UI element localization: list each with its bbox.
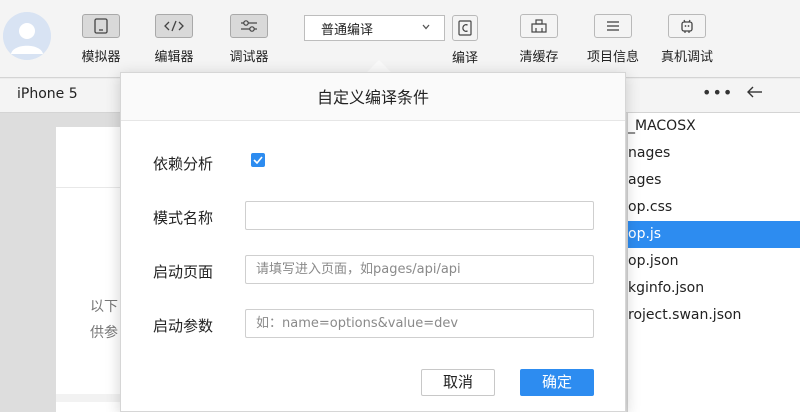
file-item[interactable]: kginfo.json xyxy=(628,275,800,302)
dialog-title: 自定义编译条件 xyxy=(121,73,625,121)
file-name: op.css xyxy=(628,199,673,215)
device-debug-button[interactable]: 真机调试 xyxy=(652,14,722,65)
debugger-label: 调试器 xyxy=(229,50,269,65)
cancel-button[interactable]: 取消 xyxy=(421,369,495,396)
robot-icon xyxy=(668,14,706,38)
debugger-button[interactable]: 调试器 xyxy=(214,14,284,65)
file-name: _MACOSX xyxy=(628,118,696,134)
compile-icon xyxy=(452,15,478,41)
device-selector[interactable]: iPhone 5 xyxy=(17,86,78,102)
editor-label: 编辑器 xyxy=(154,50,194,65)
mode-name-input[interactable] xyxy=(245,201,594,230)
checkmark-icon xyxy=(253,156,263,164)
back-arrow-icon[interactable] xyxy=(746,85,764,99)
file-name: kginfo.json xyxy=(628,280,705,296)
file-name: op.js xyxy=(628,226,662,242)
code-icon xyxy=(155,14,193,38)
sliders-icon xyxy=(230,14,268,38)
dependency-label: 依赖分析 xyxy=(153,155,214,173)
file-name: op.json xyxy=(628,253,679,269)
menu-icon xyxy=(594,14,632,38)
clear-cache-label: 清缓存 xyxy=(519,50,559,65)
file-item[interactable]: roject.swan.json xyxy=(628,302,800,329)
compile-mode-value: 普通编译 xyxy=(321,22,374,38)
editor-button[interactable]: 编辑器 xyxy=(139,14,209,65)
more-icon[interactable]: ••• xyxy=(702,83,733,102)
user-avatar[interactable] xyxy=(3,12,51,60)
file-item[interactable]: op.css xyxy=(628,194,800,221)
file-name: ages xyxy=(628,172,662,188)
toolbar: 模拟器 编辑器 调试器 普通编译 编译 清缓存 项目信息 真机调试 xyxy=(0,0,800,78)
compile-mode-select[interactable]: 普通编译 xyxy=(304,15,445,41)
confirm-button[interactable]: 确定 xyxy=(520,369,594,396)
clear-cache-button[interactable]: 清缓存 xyxy=(504,14,574,65)
compile-button[interactable]: 编译 xyxy=(430,14,500,66)
broom-icon xyxy=(520,14,558,38)
file-item[interactable]: op.json xyxy=(628,248,800,275)
start-params-input[interactable] xyxy=(245,309,594,338)
file-item-selected[interactable]: op.js xyxy=(628,221,800,248)
project-info-label: 项目信息 xyxy=(586,50,639,65)
project-info-button[interactable]: 项目信息 xyxy=(578,14,648,65)
start-page-input[interactable] xyxy=(245,255,594,284)
file-item[interactable]: _MACOSX xyxy=(628,113,800,140)
mode-name-label: 模式名称 xyxy=(153,209,214,227)
custom-compile-dialog: 自定义编译条件 依赖分析 模式名称 启动页面 启动参数 取消 确定 xyxy=(120,72,626,412)
file-tree: _MACOSX nages ages op.css op.js op.json … xyxy=(627,113,800,412)
file-item[interactable]: ages xyxy=(628,167,800,194)
file-name: nages xyxy=(628,145,671,161)
simulator-text-line1: 以下 xyxy=(90,299,118,315)
device-debug-label: 真机调试 xyxy=(660,50,713,65)
avatar-icon xyxy=(3,12,51,60)
simulator-button[interactable]: 模拟器 xyxy=(66,14,136,65)
file-item[interactable]: nages xyxy=(628,140,800,167)
simulator-text-line2: 供参 xyxy=(90,325,118,341)
start-params-label: 启动参数 xyxy=(153,317,214,335)
dependency-checkbox[interactable] xyxy=(251,153,265,167)
start-page-label: 启动页面 xyxy=(153,263,214,281)
compile-label: 编译 xyxy=(451,51,478,66)
simulator-label: 模拟器 xyxy=(81,50,121,65)
tablet-icon xyxy=(82,14,120,38)
file-name: roject.swan.json xyxy=(628,307,742,323)
